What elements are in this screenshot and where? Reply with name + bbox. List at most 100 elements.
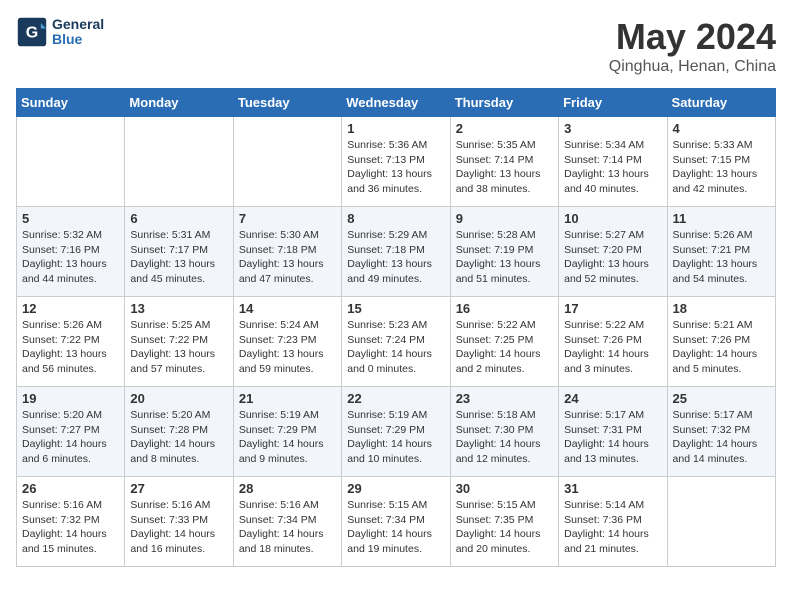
- day-info: Daylight: 14 hours and 5 minutes.: [673, 347, 770, 376]
- day-info: Sunset: 7:29 PM: [239, 423, 336, 438]
- day-number: 30: [456, 481, 553, 496]
- day-info: Sunrise: 5:30 AM: [239, 228, 336, 243]
- day-number: 3: [564, 121, 661, 136]
- calendar-cell: 11Sunrise: 5:26 AMSunset: 7:21 PMDayligh…: [667, 207, 775, 297]
- calendar-cell: 14Sunrise: 5:24 AMSunset: 7:23 PMDayligh…: [233, 297, 341, 387]
- day-info: Daylight: 13 hours and 36 minutes.: [347, 167, 444, 196]
- day-info: Sunrise: 5:22 AM: [564, 318, 661, 333]
- day-number: 15: [347, 301, 444, 316]
- calendar-cell: 15Sunrise: 5:23 AMSunset: 7:24 PMDayligh…: [342, 297, 450, 387]
- day-info: Daylight: 13 hours and 40 minutes.: [564, 167, 661, 196]
- day-number: 4: [673, 121, 770, 136]
- day-info: Sunset: 7:32 PM: [673, 423, 770, 438]
- day-info: Sunrise: 5:24 AM: [239, 318, 336, 333]
- day-info: Sunrise: 5:22 AM: [456, 318, 553, 333]
- location: Qinghua, Henan, China: [609, 58, 776, 76]
- day-number: 1: [347, 121, 444, 136]
- day-number: 8: [347, 211, 444, 226]
- logo-line1: General: [52, 17, 104, 32]
- day-info: Sunset: 7:13 PM: [347, 153, 444, 168]
- weekday-header-tuesday: Tuesday: [233, 89, 341, 117]
- day-info: Sunset: 7:26 PM: [564, 333, 661, 348]
- day-info: Sunset: 7:29 PM: [347, 423, 444, 438]
- calendar-cell: 28Sunrise: 5:16 AMSunset: 7:34 PMDayligh…: [233, 477, 341, 567]
- day-info: Daylight: 13 hours and 45 minutes.: [130, 257, 227, 286]
- calendar-cell: 2Sunrise: 5:35 AMSunset: 7:14 PMDaylight…: [450, 117, 558, 207]
- day-info: Daylight: 13 hours and 38 minutes.: [456, 167, 553, 196]
- day-info: Sunrise: 5:19 AM: [347, 408, 444, 423]
- day-info: Daylight: 14 hours and 8 minutes.: [130, 437, 227, 466]
- logo-icon: G: [16, 16, 48, 48]
- calendar-cell: 29Sunrise: 5:15 AMSunset: 7:34 PMDayligh…: [342, 477, 450, 567]
- day-info: Sunset: 7:19 PM: [456, 243, 553, 258]
- day-info: Sunrise: 5:27 AM: [564, 228, 661, 243]
- day-info: Sunset: 7:28 PM: [130, 423, 227, 438]
- day-number: 7: [239, 211, 336, 226]
- day-info: Sunrise: 5:19 AM: [239, 408, 336, 423]
- logo: G General Blue: [16, 16, 104, 48]
- day-info: Sunset: 7:30 PM: [456, 423, 553, 438]
- calendar-week-row: 12Sunrise: 5:26 AMSunset: 7:22 PMDayligh…: [17, 297, 776, 387]
- day-info: Daylight: 13 hours and 57 minutes.: [130, 347, 227, 376]
- calendar-cell: 31Sunrise: 5:14 AMSunset: 7:36 PMDayligh…: [559, 477, 667, 567]
- day-info: Daylight: 13 hours and 54 minutes.: [673, 257, 770, 286]
- day-info: Sunrise: 5:15 AM: [347, 498, 444, 513]
- calendar-cell: 20Sunrise: 5:20 AMSunset: 7:28 PMDayligh…: [125, 387, 233, 477]
- calendar-header: SundayMondayTuesdayWednesdayThursdayFrid…: [17, 89, 776, 117]
- calendar-cell: 27Sunrise: 5:16 AMSunset: 7:33 PMDayligh…: [125, 477, 233, 567]
- day-info: Sunrise: 5:35 AM: [456, 138, 553, 153]
- day-info: Sunset: 7:22 PM: [130, 333, 227, 348]
- day-info: Daylight: 13 hours and 44 minutes.: [22, 257, 119, 286]
- day-number: 24: [564, 391, 661, 406]
- day-info: Sunrise: 5:23 AM: [347, 318, 444, 333]
- calendar-cell: 5Sunrise: 5:32 AMSunset: 7:16 PMDaylight…: [17, 207, 125, 297]
- day-info: Sunset: 7:18 PM: [347, 243, 444, 258]
- day-number: 10: [564, 211, 661, 226]
- calendar-cell: 30 Sunrise: 5:15 AMSunset: 7:35 PMDayligh…: [450, 477, 558, 567]
- calendar-body: 1Sunrise: 5:36 AMSunset: 7:13 PMDaylight…: [17, 117, 776, 567]
- day-number: 20: [130, 391, 227, 406]
- calendar-cell: 7Sunrise: 5:30 AMSunset: 7:18 PMDaylight…: [233, 207, 341, 297]
- day-info: Daylight: 13 hours and 49 minutes.: [347, 257, 444, 286]
- logo-text: General Blue: [52, 17, 104, 48]
- calendar-week-row: 1Sunrise: 5:36 AMSunset: 7:13 PMDaylight…: [17, 117, 776, 207]
- day-info: Sunrise: 5:32 AM: [22, 228, 119, 243]
- calendar-cell: 22Sunrise: 5:19 AMSunset: 7:29 PMDayligh…: [342, 387, 450, 477]
- day-info: Sunrise: 5:33 AM: [673, 138, 770, 153]
- day-info: Sunrise: 5:18 AM: [456, 408, 553, 423]
- day-info: Sunset: 7:17 PM: [130, 243, 227, 258]
- calendar-cell: [233, 117, 341, 207]
- calendar-cell: 17 Sunrise: 5:22 AMSunset: 7:26 PMDayligh…: [559, 297, 667, 387]
- day-info: Sunset: 7:27 PM: [22, 423, 119, 438]
- day-info: Sunset: 7:34 PM: [347, 513, 444, 528]
- day-number: 17: [564, 301, 661, 316]
- day-info: Sunrise: 5:16 AM: [22, 498, 119, 513]
- weekday-header-saturday: Saturday: [667, 89, 775, 117]
- page-header: G General Blue May 2024 Qinghua, Henan, …: [16, 16, 776, 76]
- title-block: May 2024 Qinghua, Henan, China: [609, 16, 776, 76]
- day-number: 22: [347, 391, 444, 406]
- day-info: Sunset: 7:18 PM: [239, 243, 336, 258]
- calendar-cell: 9Sunrise: 5:28 AMSunset: 7:19 PMDaylight…: [450, 207, 558, 297]
- day-info: Sunrise: 5:15 AM: [456, 498, 553, 513]
- day-info: Sunset: 7:26 PM: [673, 333, 770, 348]
- day-info: Sunset: 7:34 PM: [239, 513, 336, 528]
- day-info: Daylight: 14 hours and 3 minutes.: [564, 347, 661, 376]
- day-info: Daylight: 14 hours and 20 minutes.: [456, 527, 553, 556]
- day-info: Sunrise: 5:36 AM: [347, 138, 444, 153]
- day-info: Daylight: 13 hours and 56 minutes.: [22, 347, 119, 376]
- day-info: Sunset: 7:25 PM: [456, 333, 553, 348]
- day-info: Sunset: 7:20 PM: [564, 243, 661, 258]
- day-info: Daylight: 13 hours and 59 minutes.: [239, 347, 336, 376]
- day-info: Sunset: 7:14 PM: [456, 153, 553, 168]
- day-info: Sunset: 7:35 PM: [456, 513, 553, 528]
- day-info: Sunrise: 5:20 AM: [22, 408, 119, 423]
- day-info: Sunrise: 5:17 AM: [673, 408, 770, 423]
- day-info: Sunrise: 5:16 AM: [130, 498, 227, 513]
- day-info: Sunrise: 5:21 AM: [673, 318, 770, 333]
- day-info: Sunrise: 5:28 AM: [456, 228, 553, 243]
- calendar-cell: 12Sunrise: 5:26 AMSunset: 7:22 PMDayligh…: [17, 297, 125, 387]
- day-info: Daylight: 14 hours and 14 minutes.: [673, 437, 770, 466]
- day-info: Daylight: 14 hours and 21 minutes.: [564, 527, 661, 556]
- month-title: May 2024: [609, 16, 776, 58]
